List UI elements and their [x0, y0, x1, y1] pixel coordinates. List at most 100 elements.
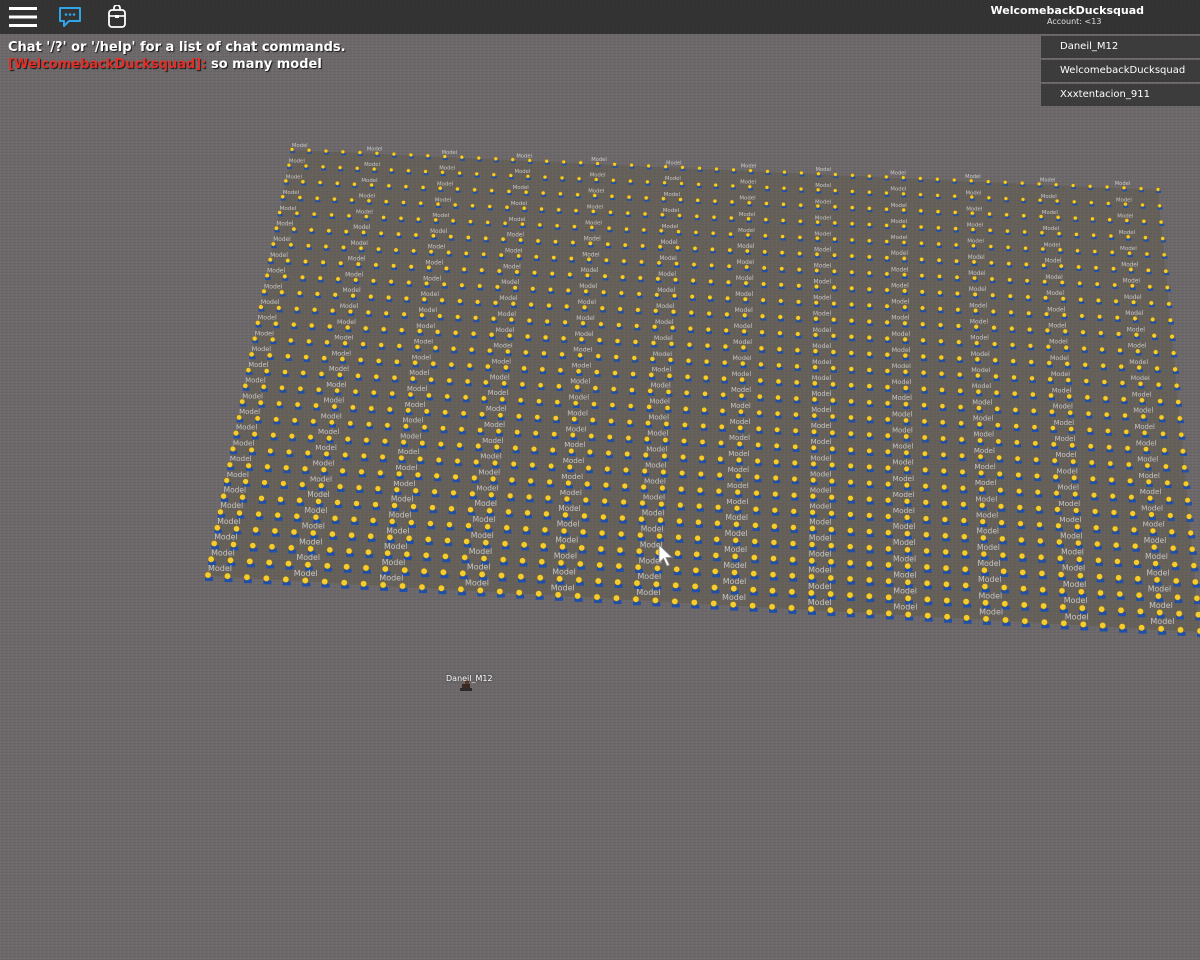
model-head — [981, 583, 989, 590]
model-head — [365, 548, 372, 556]
model-head — [1138, 624, 1145, 632]
model-head — [669, 325, 676, 331]
model-head — [764, 201, 769, 206]
model-head — [632, 339, 639, 345]
model-head — [1088, 459, 1095, 466]
model-head — [692, 246, 698, 251]
model-head — [1005, 245, 1011, 250]
model-nametag: Model — [1056, 451, 1077, 459]
model-head — [403, 184, 409, 189]
model-head — [279, 385, 285, 391]
model-head — [1106, 201, 1111, 206]
model-head — [274, 511, 281, 519]
model-head — [1092, 508, 1099, 515]
model-head — [608, 418, 614, 424]
model-nametag: Model — [1139, 471, 1160, 480]
model-nametag: Model — [555, 536, 578, 545]
backpack-button[interactable] — [100, 0, 134, 34]
model-head — [884, 255, 890, 261]
model-head — [588, 433, 595, 439]
model-head — [1032, 440, 1039, 447]
model-head — [467, 506, 474, 513]
model-head — [848, 414, 854, 421]
model-nametag: Model — [1145, 552, 1168, 561]
model-head — [789, 540, 797, 547]
model-nametag: Model — [665, 176, 681, 182]
model-head — [527, 158, 532, 163]
model-head — [594, 577, 602, 585]
model-head — [937, 290, 943, 296]
model-head — [732, 537, 739, 544]
model-head — [425, 153, 430, 158]
player-list-entry[interactable]: WelcomebackDucksquad — [1041, 60, 1200, 82]
model-head — [406, 168, 411, 173]
model-head — [1057, 247, 1063, 253]
model-head — [977, 453, 984, 460]
model-head — [486, 507, 493, 514]
model-head — [519, 381, 526, 388]
model-nametag: Model — [966, 190, 982, 196]
model-nametag: Model — [588, 189, 604, 195]
chat-speaker[interactable]: [WelcomebackDucksquad]: — [8, 57, 206, 72]
model-head — [865, 608, 873, 616]
model-head — [884, 287, 890, 293]
model-head — [1020, 601, 1028, 609]
model-head — [1108, 233, 1114, 239]
model-head — [715, 488, 722, 495]
model-head — [1132, 542, 1139, 550]
model-head — [1125, 461, 1132, 468]
model-nametag: Model — [579, 283, 597, 290]
model-head — [975, 388, 982, 395]
model-nametag: Model — [1131, 374, 1150, 382]
model-nametag: Model — [575, 331, 594, 338]
player-list-entry[interactable]: Xxxtentacion_911 — [1041, 84, 1200, 106]
model-head — [775, 378, 782, 385]
model-head — [761, 281, 767, 287]
model-head — [747, 184, 752, 189]
game-viewport[interactable]: Model Model Model Model Model Model Model Model… — [0, 0, 1200, 960]
model-head — [572, 224, 577, 229]
model-head — [577, 352, 583, 358]
model-head — [744, 264, 749, 270]
model-head — [1177, 626, 1184, 634]
model-head — [775, 394, 781, 401]
model-head — [207, 555, 215, 563]
model-head — [616, 322, 622, 328]
model-head — [440, 425, 446, 432]
model-head — [1131, 299, 1137, 305]
model-head — [407, 391, 414, 398]
player-list-entry[interactable]: Daneil_M12 — [1041, 36, 1200, 58]
model-head — [782, 169, 787, 175]
model-head — [631, 355, 637, 361]
model-head — [1034, 489, 1041, 496]
model-head — [850, 189, 855, 194]
model-head — [922, 483, 929, 490]
model-head — [1144, 251, 1150, 257]
model-head — [642, 452, 649, 458]
model-head — [540, 190, 546, 196]
model-head — [980, 534, 987, 541]
model-nametag: Model — [386, 526, 409, 535]
model-head — [1017, 520, 1024, 527]
model-head — [730, 183, 735, 189]
model-head — [577, 560, 584, 568]
model-head — [1140, 413, 1147, 420]
model-head — [653, 580, 660, 588]
model-head — [307, 545, 314, 553]
chat-button[interactable] — [52, 0, 88, 34]
model-head — [442, 409, 448, 416]
model-nametag: Model — [734, 323, 753, 330]
model-head — [981, 566, 988, 574]
model-nametag: Model — [965, 174, 981, 180]
model-head — [661, 453, 668, 459]
model-nametag: Model — [735, 307, 754, 314]
model-head — [280, 194, 285, 199]
model-head — [584, 480, 591, 488]
model-head — [493, 156, 498, 161]
model-head — [953, 242, 959, 248]
model-head — [884, 368, 891, 374]
model-head — [301, 465, 309, 472]
model-head — [717, 456, 724, 462]
model-head — [1161, 447, 1168, 453]
menu-button[interactable] — [4, 0, 42, 34]
